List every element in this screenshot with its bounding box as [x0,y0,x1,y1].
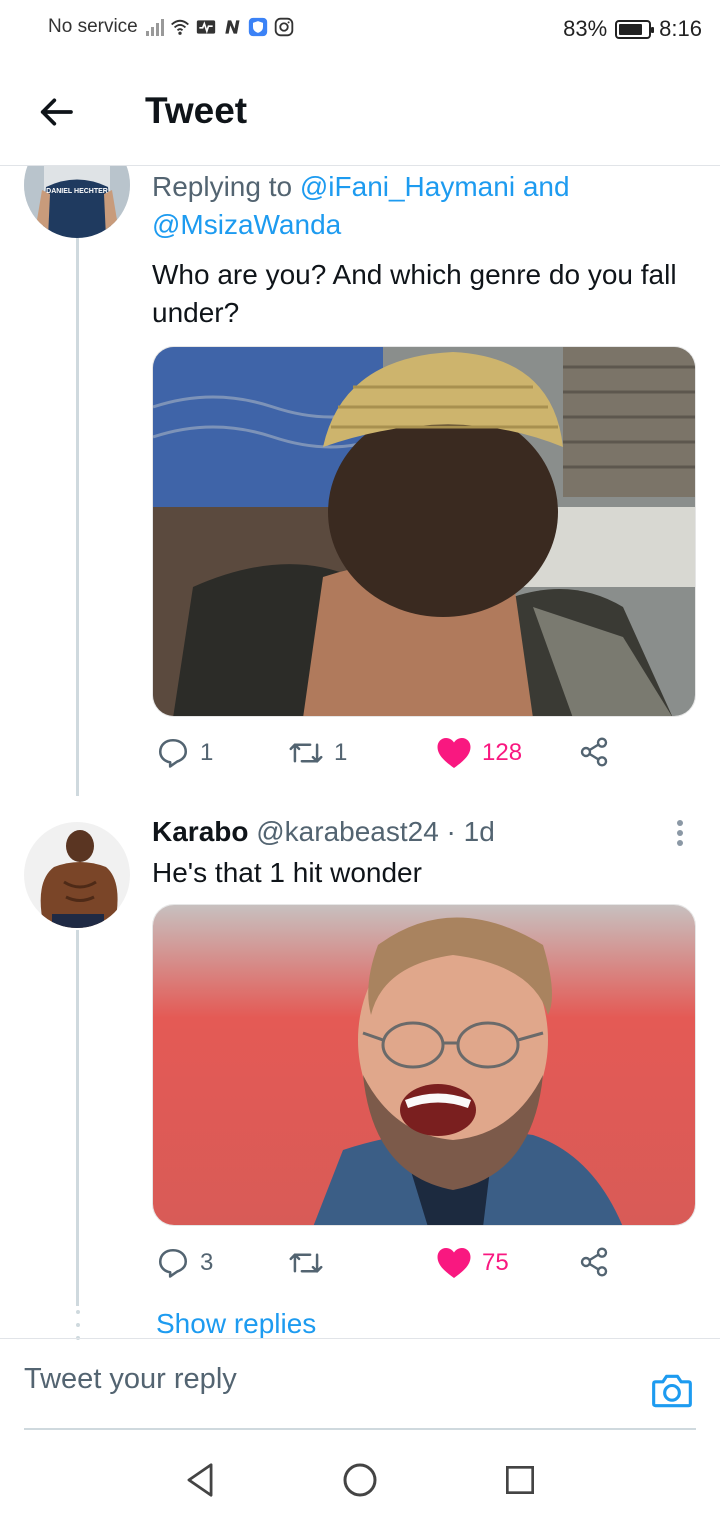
retweet-count: 1 [334,739,348,766]
show-replies-link[interactable]: Show replies [156,1308,316,1340]
page-title: Tweet [145,90,248,131]
camera-button[interactable] [650,1369,694,1413]
reply-input[interactable]: Tweet your reply [24,1363,237,1396]
retweet-icon [289,743,323,763]
carrier-label: No service [48,16,138,37]
nav-home-button[interactable] [340,1460,380,1500]
share-icon [580,1247,608,1277]
triangle-back-icon [187,1463,213,1497]
avatar-shirt-text: DANIEL HECHTER [46,188,108,195]
back-button[interactable] [30,86,82,138]
share-button[interactable] [578,736,610,768]
thread-line [76,236,79,796]
retweet-button[interactable]: 1 [288,736,347,770]
mention-link[interactable]: @MsizaWanda [152,209,341,240]
share-icon [580,737,608,767]
shield-icon [248,17,267,37]
wifi-icon [170,19,189,35]
app-header: Tweet [0,56,720,166]
reply-composer: Tweet your reply [0,1338,720,1430]
tweet-text: Who are you? And which genre do you fall… [152,259,677,328]
tweet-header: Karabo @karabeast24 · 1d [152,814,495,850]
avatar[interactable] [24,822,130,928]
reply-count: 3 [200,1249,214,1276]
system-nav-bar [0,1432,720,1520]
retweet-icon [289,1253,323,1273]
reply-button[interactable]: 3 [156,1246,213,1280]
status-bar: No service 83% 8:16 [0,0,720,56]
man-in-beanie-image [153,347,695,716]
reply-icon [158,1248,188,1278]
battery-percent: 83% [563,16,608,41]
replying-to-line: Replying to @iFani_Haymani and @MsizaWan… [152,168,672,244]
like-count: 75 [482,1249,509,1276]
tweet-text: He's that 1 hit wonder [152,857,422,888]
nav-back-button[interactable] [180,1460,220,1500]
like-count: 128 [482,739,523,766]
reply-divider [24,1428,696,1430]
heart-icon [437,1248,471,1278]
arrow-left-icon [40,98,73,126]
signal-icon [145,18,164,36]
tweet-actions: 3 75 [152,1246,672,1290]
instagram-icon [274,17,293,37]
thread-continuation-dots [74,1310,82,1340]
like-button[interactable]: 75 [436,1246,509,1280]
circle-home-icon [343,1463,377,1497]
heart-icon [437,738,471,768]
square-recents-icon [506,1466,534,1494]
thread-line [76,930,79,1306]
display-name[interactable]: Karabo [152,816,248,847]
clock: 8:16 [659,16,702,41]
share-button[interactable] [578,1246,610,1278]
like-button[interactable]: 128 [436,736,522,770]
handle-and-time: @karabeast24 · 1d [248,816,495,847]
and-text: and [515,171,570,202]
tweet-actions: 1 1 128 [152,736,672,780]
tweet-image[interactable] [152,346,696,717]
reply-button[interactable]: 1 [156,736,213,770]
mention-link[interactable]: @iFani_Haymani [300,171,515,202]
activity-icon [196,20,215,34]
battery-icon [615,19,655,39]
camera-icon [652,1374,692,1408]
reply-count: 1 [200,739,214,766]
reply-icon [158,738,188,768]
replying-prefix: Replying to [152,171,300,202]
n-app-icon [225,20,240,34]
more-options-button[interactable] [668,816,692,850]
laughing-man-image [153,905,695,1225]
tweet-image[interactable] [152,904,696,1226]
avatar-image [24,822,130,928]
retweet-button[interactable] [288,1246,324,1280]
nav-recents-button[interactable] [500,1460,540,1500]
